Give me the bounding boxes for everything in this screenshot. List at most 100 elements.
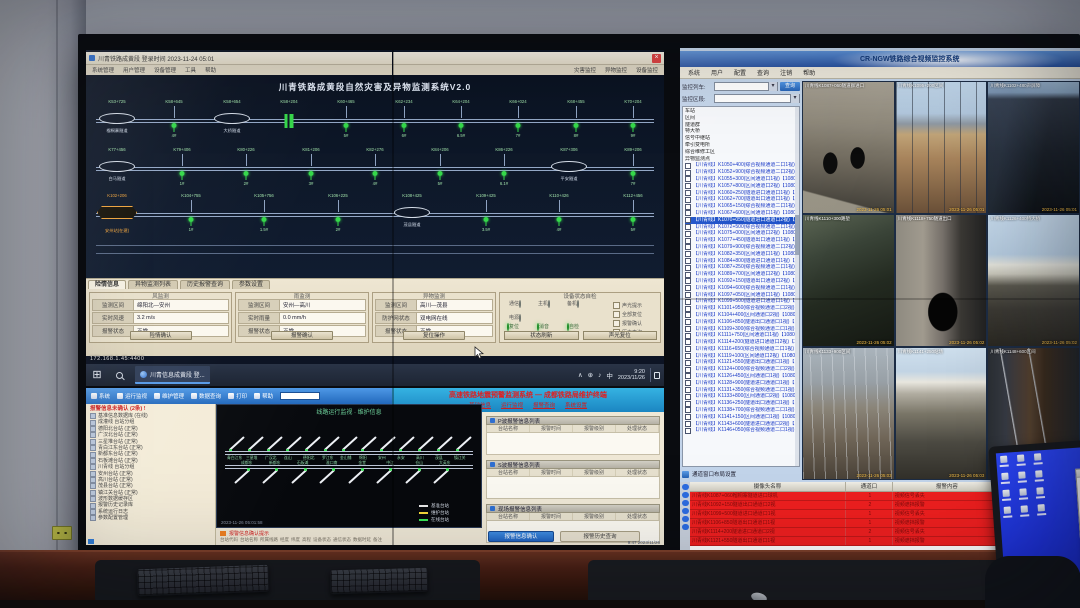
window1-titlebar[interactable]: 川青铁路成黄段 登录时间 2023-11-24 05:01	[86, 52, 392, 65]
station-branch[interactable]: 青白江东	[227, 417, 245, 460]
form-value[interactable]: 0.0 mm/h	[280, 312, 366, 324]
sensor-node[interactable]: K64+204 6.5#	[440, 99, 482, 143]
start-icon[interactable]: ⊞	[86, 364, 108, 386]
toolbar-button[interactable]: 打印	[228, 392, 247, 400]
camera-list-item[interactable]: 【川青线】K1082+350(区间通道口1视)【1080P】【室外枪机】	[685, 251, 795, 258]
status-option[interactable]: 报警确认	[613, 319, 657, 328]
camera-list-item[interactable]: 【川青线】K1126+450(区间通道口1视)【1080P】【室外枪机】	[685, 373, 795, 380]
sensor-node[interactable]: K84+206 5#	[419, 147, 461, 191]
camera-list-item[interactable]: 【川青线】K1111+750(区间通道口1视)【1080P】【室外枪机】	[685, 332, 795, 339]
ime-indicator[interactable]: 中	[606, 370, 613, 380]
camera-list-item[interactable]: 【川青线】K1092+150(隧道出口通道口2视)【1080P】【室外枪机】	[685, 278, 795, 285]
camera-list-item[interactable]: 【川青线】K1062+700(隧道出口通道口1视)【1080P】【室外枪机】	[685, 196, 795, 203]
layout-settings-tab[interactable]: 通道窗口布局设置	[682, 468, 736, 480]
mini-start-icon[interactable]	[88, 539, 94, 544]
station-branch[interactable]: 新都东	[262, 460, 280, 499]
station-branch[interactable]: 淮口南	[319, 460, 337, 499]
taskbar-clock[interactable]: 9:20 2023/11/26	[618, 369, 645, 382]
camera-category[interactable]: 信号中继站	[685, 135, 795, 142]
menu-item[interactable]: 配置	[734, 68, 746, 77]
camera-list-item[interactable]: 【川青线】K1077+450(隧道出口通道口1视)【1080P】【室外枪机】	[685, 237, 795, 244]
camera-feed[interactable]: 川青线K1118+750隧道出口 2023-11-26 05:02	[895, 215, 987, 346]
green-lamp[interactable]: 自检	[564, 323, 582, 331]
camera-list-item[interactable]: 【川青线】K1084+800(隧道进口通道口1视)【1080P】【室外球机】	[685, 258, 795, 265]
camera-list-item[interactable]: 【川青线】K1067+600(区间通道口1视)【1080P】【室外枪机】	[685, 210, 795, 217]
nav-link[interactable]: 报警查询	[533, 401, 555, 409]
camera-list-item[interactable]: 【川青线】K1050+400(综合视频通道二口1视)【1080P】【室外球机】	[685, 162, 795, 169]
camera-category[interactable]: 特大桥	[685, 128, 795, 135]
toolbar-button[interactable]: 维护管理	[154, 392, 184, 400]
menu-item[interactable]: 用户	[711, 68, 723, 77]
toolbar-button[interactable]: 数据查询	[191, 392, 221, 400]
camera-category[interactable]: 隧道群	[685, 122, 795, 129]
station-branch[interactable]: 连山	[284, 417, 302, 460]
sensor-node[interactable]: K62+234 6#	[383, 99, 425, 143]
station-branch[interactable]: 高川	[416, 417, 434, 460]
menu-item[interactable]: 帮助	[205, 66, 216, 74]
desktop-icons[interactable]	[999, 453, 1055, 519]
close-icon[interactable]: ×	[652, 53, 661, 63]
camera-list-item[interactable]: 【川青线】K1106+850(隧道出口通道口1视)【1080P】【室外枪机】	[685, 319, 795, 326]
station-branch[interactable]: 大英东	[433, 460, 451, 499]
panel-tab[interactable]: 险情信息	[88, 280, 127, 289]
sensor-node[interactable]: K104+755 1#	[170, 193, 212, 237]
toolbar-button[interactable]: 系统	[91, 392, 110, 400]
camera-list-item[interactable]: 【川青线】K1060+250(隧道进口通道口1视)【1080P】【室外球机】	[685, 190, 795, 197]
camera-list-item[interactable]: 【川青线】K1079+900(综合视频通道二口2视)【1080P】【室外球机】	[685, 244, 795, 251]
station-branch[interactable]: 茂县	[435, 417, 453, 460]
camera-feed[interactable]: 川青线K1126+400特大桥 2023-11-26 05:02	[988, 215, 1079, 346]
camera-category[interactable]: 区间	[685, 115, 795, 122]
panel-tab[interactable]: 历史报警查询	[180, 280, 231, 289]
status-option[interactable]: 声光提示	[613, 301, 657, 310]
scrollbar-thumb[interactable]	[795, 214, 799, 255]
form-value[interactable]: 高川—茂县	[417, 299, 493, 311]
sensor-node[interactable]: K102+206 安州站(在建)	[96, 193, 138, 237]
query-button[interactable]: 查询	[780, 82, 800, 91]
nav-link[interactable]: 运行监视	[501, 401, 523, 409]
camera-list-item[interactable]: 【川青线】K1052+900(综合视频通道二口2视)【1080P】【室外枪机】	[685, 169, 795, 176]
panel-tab[interactable]: 参数设置	[232, 280, 271, 289]
camera-list-item[interactable]: 【川青线】K1133+800(区间通道口2视)【1080P】【室外球机】	[685, 393, 795, 400]
camera-list-item[interactable]: 【川青线】K1121+550(隧道出口通道口1视)【1080P】【室外枪机】	[685, 359, 795, 366]
sensor-node[interactable]: K77+456 白马隧道	[96, 147, 138, 191]
sensor-node[interactable]: K66+024 7#	[497, 99, 539, 143]
sensor-node[interactable]: K109+425 3.5#	[465, 193, 507, 237]
notification-icon[interactable]	[650, 368, 660, 382]
table-body[interactable]	[486, 433, 660, 455]
green-lamp[interactable]: 消音	[534, 323, 552, 331]
camera-list-item[interactable]: 【川青线】K1109+300(综合视频通道二口1视)【1080P】【室外球机】	[685, 326, 795, 333]
camera-list-item[interactable]: 【川青线】K1101+950(综合视频通道二口2视)【1080P】【室外枪机】	[685, 305, 795, 312]
camera-feed[interactable]: 川青线K1141+250站场 2023-11-26 05:03	[895, 348, 987, 479]
sensor-node[interactable]: K58+654 大桥隧道	[211, 99, 253, 143]
sensor-node[interactable]: K53+725 榴桐寨隧道	[96, 99, 138, 143]
sensor-node[interactable]: K68+455 8#	[555, 99, 597, 143]
refresh-button[interactable]: 状态刷新	[504, 331, 579, 340]
camera-list-item[interactable]: 【川青线】K1065+150(综合视频通道二口1视)【1080P】【室外球机】	[685, 203, 795, 210]
confirm-button[interactable]: 报警确认	[271, 331, 333, 340]
camera-list-item[interactable]: 【川青线】K1114+200(隧道进口通道口2视)【1080P】【室外球机】	[685, 339, 795, 346]
sensor-node[interactable]: K89+206 7#	[612, 147, 654, 191]
camera-category[interactable]: 综合维修工区	[685, 149, 795, 156]
menu-item[interactable]: 设备监控	[636, 66, 658, 74]
camera-list-item[interactable]: 【川青线】K1136+250(隧道出口通道口1视)【1080P】【室外枪机】	[685, 400, 795, 407]
sensor-node[interactable]: K60+465 5#	[325, 99, 367, 143]
table-body[interactable]	[486, 477, 660, 499]
camera-list-item[interactable]: 【川青线】K1055+300(区间通道口1视)【1080P】【室外球机】	[685, 176, 795, 183]
toolbar-button[interactable]: 运行监视	[117, 392, 147, 400]
reset-button[interactable]: 复位操作	[403, 331, 465, 340]
menu-item[interactable]: 系统	[688, 68, 700, 77]
station-branch[interactable]: 永安	[397, 417, 416, 460]
station-branch[interactable]: 绵阳	[359, 417, 378, 460]
camera-list-item[interactable]: 【川青线】K1116+650(综合视频通道二口1视)【1080P】【室外枪机】	[685, 346, 795, 353]
tree-item[interactable]: 参数配置管理	[90, 515, 215, 521]
menu-item[interactable]: 系统管理	[92, 66, 114, 74]
camera-list-item[interactable]: 【川青线】K1072+500(综合视频通道二口1视)【1080P】【室外枪机】	[685, 224, 795, 231]
sensor-node[interactable]: K112+456 5#	[612, 193, 654, 237]
sensor-node[interactable]: K86+226 6.1#	[483, 147, 525, 191]
search-icon[interactable]	[116, 371, 123, 379]
camera-feed[interactable]: 川青线K1087+060隧道群进口 2023-11-26 05:01	[803, 82, 894, 213]
sensor-node[interactable]: K82+276 4#	[354, 147, 396, 191]
sensor-node[interactable]: K110+426 4#	[538, 193, 580, 237]
camera-category[interactable]: 异物监测点	[685, 156, 795, 163]
menu-item[interactable]: 工具	[185, 66, 196, 74]
